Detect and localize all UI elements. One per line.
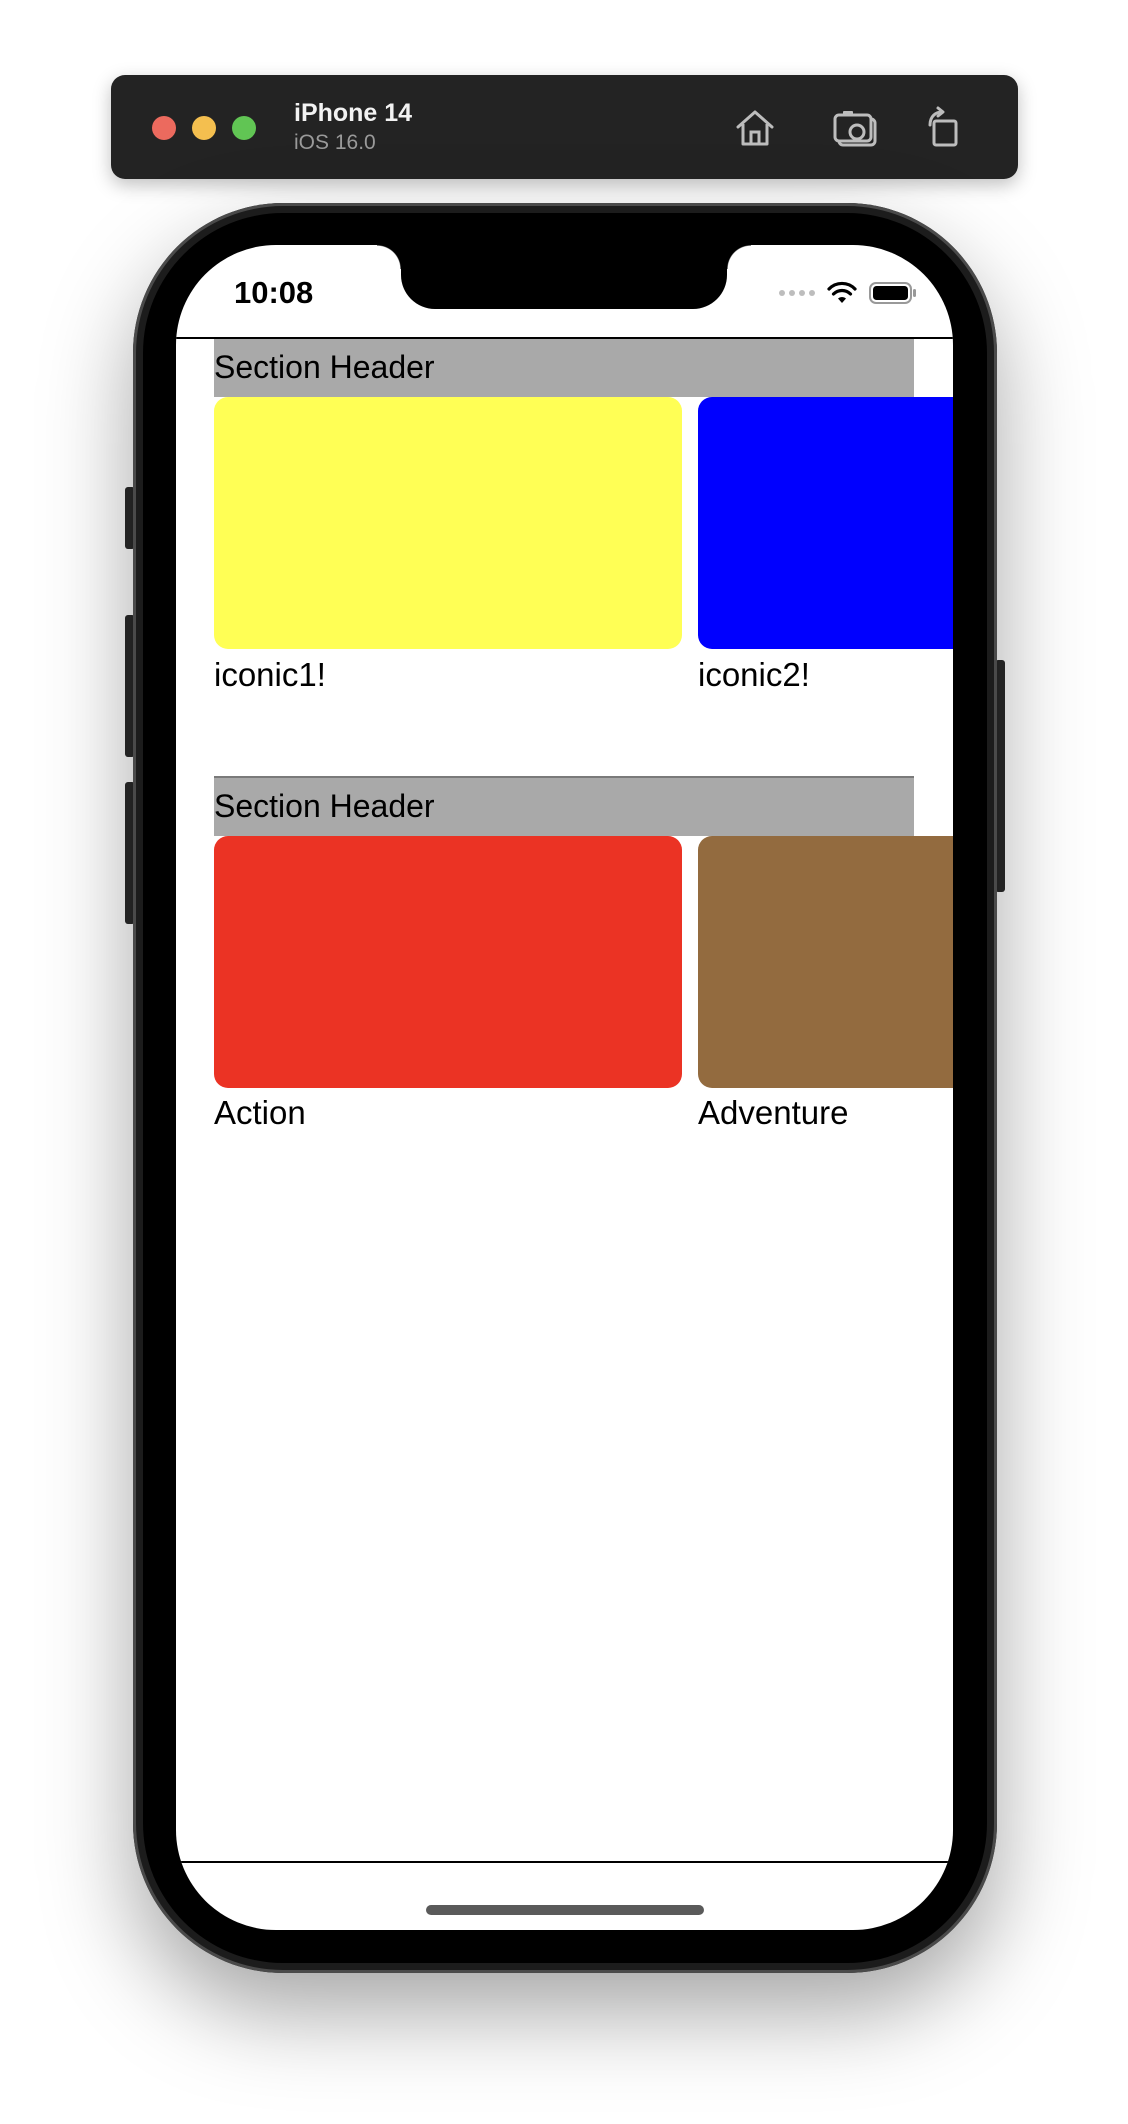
- simulator-toolbar: iPhone 14 iOS 16.0: [111, 75, 1018, 179]
- screenshot-button[interactable]: [832, 105, 878, 151]
- close-window-button[interactable]: [152, 116, 176, 140]
- home-icon: [736, 110, 774, 146]
- status-icons: [779, 279, 917, 307]
- collection-cell-label: iconic2!: [698, 656, 810, 693]
- cellular-icon: [779, 290, 815, 296]
- content-bottom-divider: [176, 1861, 953, 1863]
- home-indicator[interactable]: [426, 1905, 704, 1915]
- rotate-button[interactable]: [922, 105, 968, 151]
- battery-icon: [869, 281, 917, 305]
- section-header: Section Header: [214, 339, 914, 397]
- section-header-label: Section Header: [214, 349, 435, 385]
- notch: [377, 245, 751, 309]
- device-os-version: iOS 16.0: [294, 131, 376, 154]
- device-name: iPhone 14: [294, 99, 413, 127]
- collection-cell[interactable]: [214, 397, 682, 649]
- zoom-window-button[interactable]: [232, 116, 256, 140]
- wifi-icon: [827, 281, 857, 305]
- collection-cell-label: Action: [214, 1094, 306, 1131]
- section-header: Section Header: [214, 776, 914, 836]
- rotate-icon: [928, 106, 958, 147]
- minimize-window-button[interactable]: [192, 116, 216, 140]
- collection-cell-label: Adventure: [698, 1094, 849, 1131]
- simulator-window: iPhone 14 iOS 16.0 10:08 Section Header …: [0, 0, 1128, 2124]
- section-header-label: Section Header: [214, 788, 435, 824]
- collection-cell[interactable]: [698, 836, 953, 1088]
- collection-cell-label: iconic1!: [214, 656, 326, 693]
- home-button[interactable]: [732, 105, 778, 151]
- device-screen: 10:08 Section Header iconic1! iconic2! S…: [176, 245, 953, 1930]
- collection-cell[interactable]: [698, 397, 953, 649]
- collection-cell[interactable]: [214, 836, 682, 1088]
- screenshot-icon: [833, 111, 877, 147]
- status-time: 10:08: [234, 275, 314, 310]
